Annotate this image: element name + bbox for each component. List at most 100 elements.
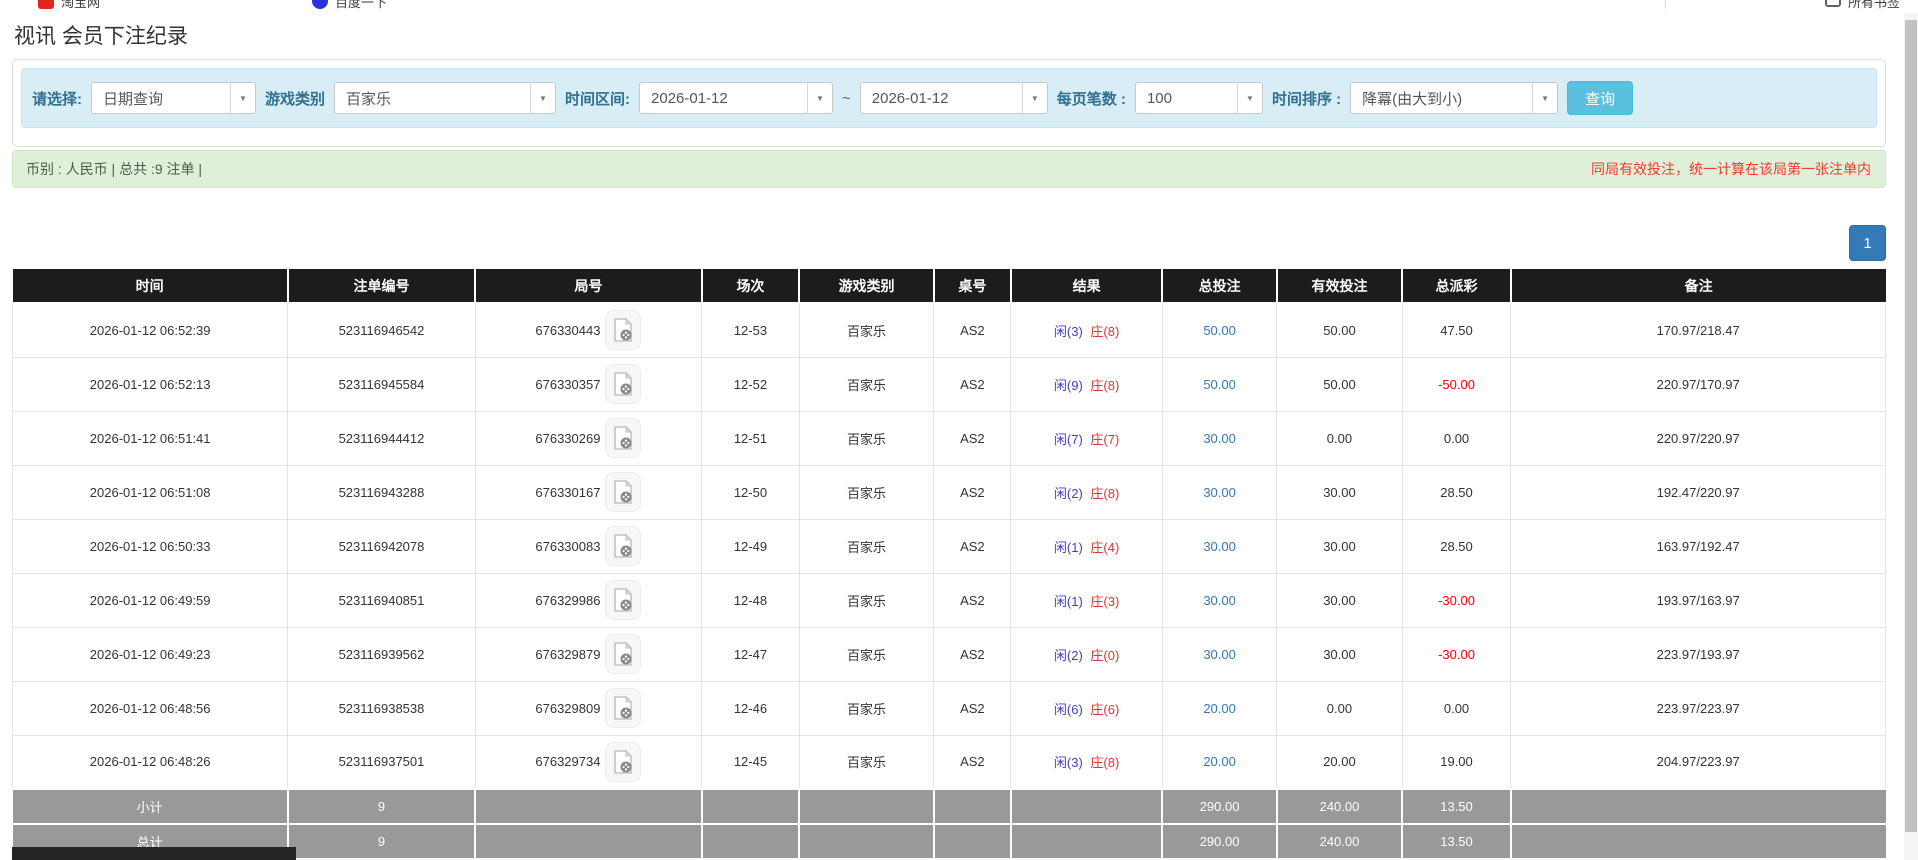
video-replay-button[interactable] [605,472,642,512]
date-from-select[interactable]: 2026-01-12 ▼ [639,82,834,114]
bookmark-taobao[interactable]: 淘宝网 [38,0,100,11]
note-cell: 170.97/218.47 [1510,302,1886,358]
total-bet-cell: 50.00 [1161,302,1278,358]
filter-bar: 请选择: 日期查询 ▼ 游戏类别 百家乐 ▼ 时间区间: 2026-01-12 … [21,68,1877,128]
time-cell: 2026-01-12 06:52:39 [11,302,289,358]
video-replay-button[interactable] [605,634,642,674]
total-bet-cell: 30.00 [1161,572,1278,628]
game-cell: 百家乐 [798,680,935,736]
table-no-cell: AS2 [933,572,1012,628]
game-cell: 百家乐 [798,572,935,628]
session-cell: 12-47 [701,626,800,682]
total-bet-cell: 30.00 [1161,464,1278,520]
video-replay-button[interactable] [605,580,642,620]
video-replay-button[interactable] [605,364,642,404]
total-bet-link[interactable]: 20.00 [1203,701,1236,716]
result-cell: 闲(1) 庄(3) [1010,572,1163,628]
banker-result: 庄(7) [1090,431,1120,447]
table-row: 2026-01-12 06:49:59 523116940851 6763299… [11,572,1886,628]
bet-id-cell: 523116942078 [287,518,476,574]
subtotal-valid-bet: 240.00 [1275,788,1404,825]
taobao-favicon-icon [38,0,54,9]
sort-order-label: 时间排序 : [1271,90,1342,108]
chevron-down-icon[interactable]: ▼ [1021,83,1047,113]
video-replay-button[interactable] [605,688,642,728]
bet-id-cell: 523116945584 [287,356,476,412]
game-category-select[interactable]: 百家乐 ▼ [334,82,557,114]
session-cell: 12-52 [701,356,800,412]
total-total-bet: 290.00 [1161,823,1278,860]
select-label: 请选择: [32,90,82,108]
chevron-down-icon[interactable]: ▼ [230,83,255,113]
total-bet-link[interactable]: 30.00 [1203,431,1236,446]
round-id: 676330443 [535,322,601,338]
time-cell: 2026-01-12 06:49:59 [11,572,289,628]
time-cell: 2026-01-12 06:48:56 [11,680,289,736]
video-replay-button[interactable] [605,418,642,458]
banker-result: 庄(4) [1090,539,1120,555]
session-cell: 12-51 [701,410,800,466]
game-category-label: 游戏类别 [265,90,326,108]
total-bet-link[interactable]: 30.00 [1203,647,1236,662]
session-cell: 12-53 [701,302,800,358]
result-cell: 闲(1) 庄(4) [1010,518,1163,574]
chevron-down-icon[interactable]: ▼ [530,83,555,113]
query-type-select[interactable]: 日期查询 ▼ [91,82,256,114]
col-header-6: 结果 [1009,269,1164,304]
empty-cell [474,823,703,860]
empty-cell [1009,823,1164,860]
total-bet-link[interactable]: 30.00 [1203,485,1236,500]
chevron-down-icon[interactable]: ▼ [807,83,832,113]
video-replay-button[interactable] [605,741,642,782]
date-to-select[interactable]: 2026-01-12 ▼ [859,82,1048,114]
payout-cell: 28.50 [1401,464,1512,520]
col-header-2: 局号 [474,269,703,304]
banker-result: 庄(0) [1090,647,1120,663]
round-cell: 676330443 [474,302,703,358]
total-bet-link[interactable]: 20.00 [1203,754,1236,769]
scrollbar[interactable] [1904,13,1918,860]
time-cell: 2026-01-12 06:51:08 [11,464,289,520]
page-button-1[interactable]: 1 [1849,225,1886,261]
page-size-select[interactable]: 100 ▼ [1134,82,1263,114]
bookmark-baidu[interactable]: 百度一下 [312,0,387,11]
payout-cell: 19.00 [1401,734,1512,790]
time-range-label: 时间区间: [565,90,631,108]
scrollbar-thumb[interactable] [1905,20,1917,832]
table-row: 2026-01-12 06:52:39 523116946542 6763304… [11,302,1886,358]
round-cell: 676330083 [474,518,703,574]
player-result: 闲(1) [1053,593,1083,609]
banker-result: 庄(6) [1090,701,1120,717]
subtotal-payout: 13.50 [1401,788,1512,825]
video-replay-icon [614,642,633,666]
search-button[interactable]: 查询 [1567,81,1634,115]
subtotal-count: 9 [286,788,477,825]
valid-bet-cell: 50.00 [1276,302,1403,358]
payout-cell: -30.00 [1401,626,1512,682]
player-result: 闲(2) [1053,647,1083,663]
chevron-down-icon[interactable]: ▼ [1236,83,1262,113]
video-replay-icon [614,749,633,774]
bookmarks-separator: | [1663,0,1667,9]
result-cell: 闲(2) 庄(0) [1010,626,1163,682]
video-replay-button[interactable] [605,310,642,351]
video-replay-icon [614,480,633,504]
table-row: 2026-01-12 06:49:23 523116939562 6763298… [11,626,1886,682]
time-cell: 2026-01-12 06:49:23 [11,626,289,682]
total-bet-link[interactable]: 50.00 [1203,377,1236,392]
sort-order-select[interactable]: 降冪(由大到小) ▼ [1350,82,1559,114]
page-size-value: 100 [1146,89,1172,107]
table-no-cell: AS2 [933,464,1012,520]
chevron-down-icon[interactable]: ▼ [1532,83,1557,113]
total-bet-link[interactable]: 30.00 [1203,593,1236,608]
clipped-bottom-element [12,847,296,860]
total-bet-link[interactable]: 50.00 [1203,323,1236,338]
video-replay-button[interactable] [605,526,642,566]
banker-result: 庄(8) [1090,377,1120,393]
round-id: 676330269 [535,430,601,446]
total-bet-cell: 30.00 [1161,410,1278,466]
player-result: 闲(6) [1053,701,1083,717]
total-bet-link[interactable]: 30.00 [1203,539,1236,554]
all-bookmarks-button[interactable]: 所有书签 [1848,0,1900,11]
total-bet-cell: 30.00 [1161,626,1278,682]
